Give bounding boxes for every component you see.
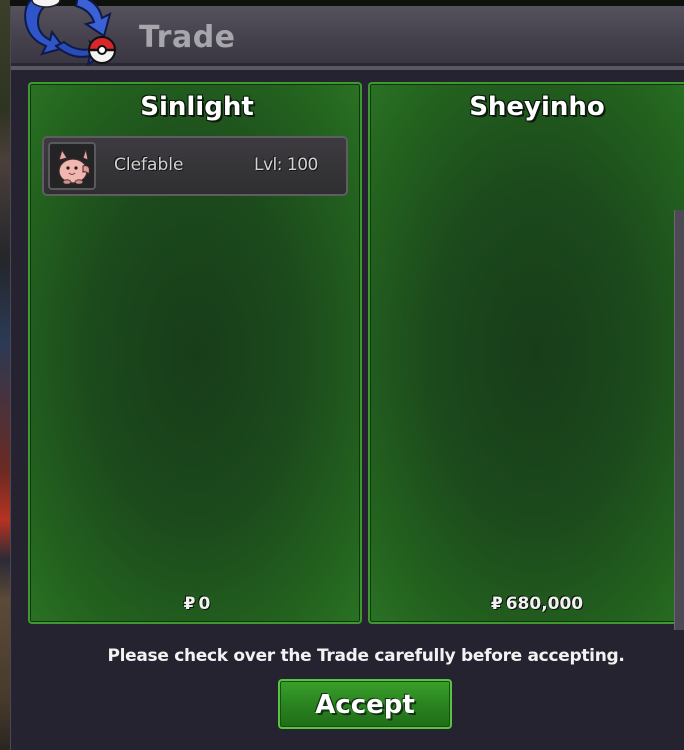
money-amount-left: 0 bbox=[198, 594, 211, 614]
pokemon-level: Lvl: 100 bbox=[254, 155, 318, 175]
accept-button[interactable]: Accept bbox=[278, 679, 452, 729]
accept-button-label: Accept bbox=[315, 690, 415, 720]
pokedollar-icon: ₽ bbox=[490, 594, 503, 614]
game-screen: Trade Sinlight Clefable Lvl: 100 ₽ 0 She… bbox=[0, 0, 684, 750]
trade-logo-icon bbox=[24, 0, 117, 66]
player-offer-panel-right: Sheyinho ₽680,000 bbox=[368, 82, 684, 624]
money-amount-right: 680,000 bbox=[505, 594, 584, 614]
window-scrollbar[interactable] bbox=[674, 210, 684, 630]
player-name-right: Sheyinho bbox=[469, 92, 605, 122]
player-offer-panel-left: Sinlight Clefable Lvl: 100 ₽ 0 bbox=[28, 82, 362, 624]
money-offer-left: ₽0 bbox=[30, 594, 364, 614]
clefable-sprite-icon bbox=[58, 148, 90, 185]
pokemon-icon-frame bbox=[48, 142, 96, 190]
money-offer-right: ₽680,000 bbox=[370, 594, 684, 614]
player-name-left: Sinlight bbox=[140, 92, 254, 122]
game-background-strip bbox=[0, 0, 10, 750]
trade-hint-text: Please check over the Trade carefully be… bbox=[107, 646, 625, 666]
window-title: Trade bbox=[139, 20, 236, 55]
offered-pokemon-slot[interactable]: Clefable Lvl: 100 bbox=[42, 136, 348, 196]
pokedollar-icon: ₽ bbox=[183, 594, 196, 614]
trade-window: Trade Sinlight Clefable Lvl: 100 ₽ 0 She… bbox=[10, 6, 684, 750]
pokemon-name: Clefable bbox=[114, 155, 184, 175]
